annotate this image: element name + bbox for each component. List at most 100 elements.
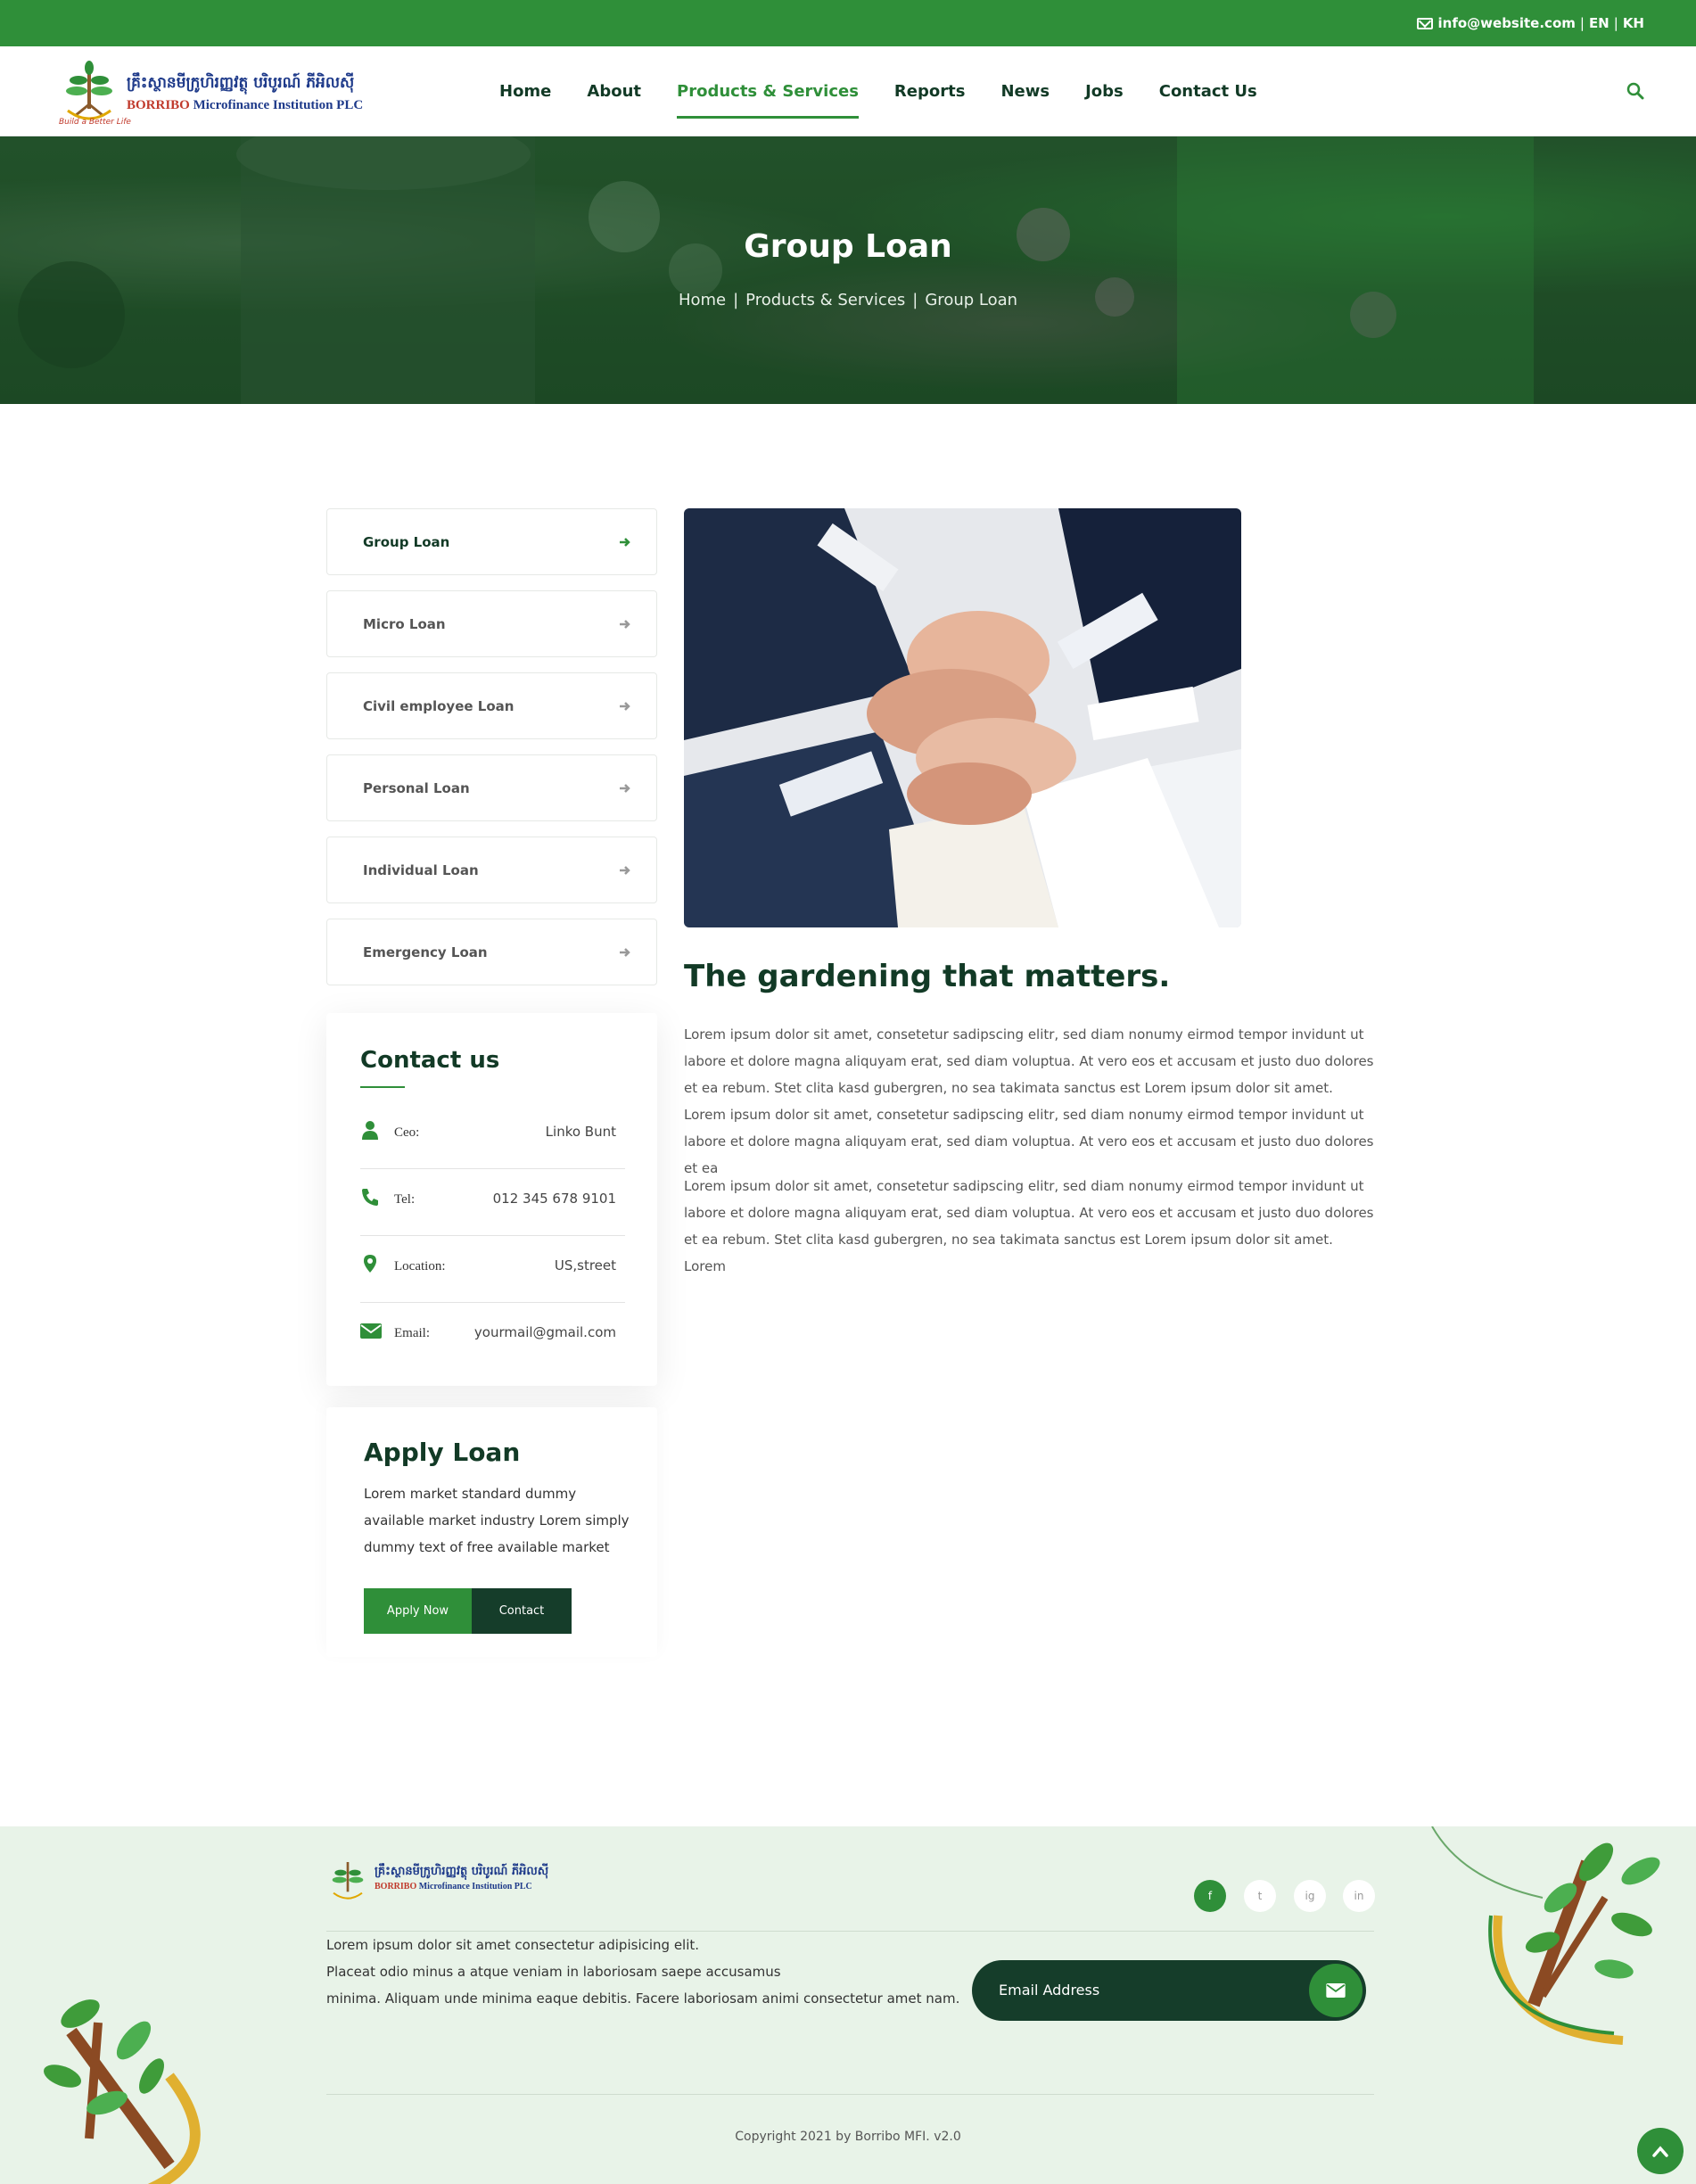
language-kh-link[interactable]: KH	[1623, 15, 1644, 31]
site-header: គ្រឹះស្ថានមីក្រូហិរញ្ញវត្ថុ បរិបូរណ៍ ភីអ…	[0, 46, 1696, 136]
top-bar-contact: info@website.com | EN | KH	[1416, 0, 1644, 46]
apply-loan-title: Apply Loan	[364, 1438, 521, 1467]
arrow-right-icon	[620, 702, 630, 711]
content-heading: The gardening that matters.	[684, 959, 1171, 994]
main-nav: Home About Products & Services Reports N…	[499, 46, 1257, 136]
contact-label: Email:	[394, 1326, 430, 1340]
page-hero: Group Loan Home | Products & Services | Grou…	[0, 136, 1696, 404]
logo-brand-suffix: Microfinance Institution PLC	[418, 1882, 532, 1891]
user-icon	[362, 1121, 378, 1140]
nav-products-services[interactable]: Products & Services	[677, 46, 859, 136]
copyright-text: Copyright 2021 by Borribo MFI. v2.0	[735, 2130, 961, 2144]
contact-value[interactable]: 012 345 678 9101	[493, 1191, 616, 1207]
newsletter-submit-button[interactable]	[1309, 1964, 1363, 2017]
logo-brand-suffix: Microfinance Institution PLC	[193, 98, 364, 112]
title-underline	[360, 1086, 405, 1088]
contact-label: Tel:	[394, 1192, 416, 1207]
footer-tree-decoration-right	[1431, 1826, 1660, 2045]
footer-divider	[326, 2094, 1374, 2095]
sidebar-item-emergency-loan[interactable]: Emergency Loan	[326, 919, 657, 985]
content-paragraph: Lorem ipsum dolor sit amet, consetetur s…	[684, 1178, 1374, 1274]
breadcrumb-separator: |	[912, 291, 918, 309]
contact-value: Linko Bunt	[545, 1124, 616, 1140]
logo-brand-name: BORRIBO	[375, 1882, 417, 1891]
breadcrumb-separator: |	[733, 291, 739, 309]
footer-logo[interactable]: គ្រឹះស្ថានមីក្រូហិរញ្ញវត្ថុ បរិបូរណ៍ ភីអ…	[326, 1853, 558, 1910]
envelope-icon	[1326, 1983, 1346, 1998]
nav-contact-us[interactable]: Contact Us	[1159, 46, 1257, 136]
tree-logo-icon	[332, 1862, 364, 1900]
logo-english-text: BORRIBO Microfinance Institution PLC	[127, 98, 363, 113]
arrow-right-icon	[620, 784, 630, 793]
apply-now-button[interactable]: Apply Now	[364, 1588, 472, 1634]
separator: |	[1579, 15, 1585, 31]
sidebar-item-personal-loan[interactable]: Personal Loan	[326, 754, 657, 821]
contact-value: US,street	[554, 1257, 616, 1273]
arrow-right-icon	[620, 538, 630, 547]
sidebar-item-label: Individual Loan	[363, 861, 479, 878]
hero-overlay	[0, 136, 1696, 404]
envelope-icon	[360, 1323, 382, 1339]
nav-jobs[interactable]: Jobs	[1085, 46, 1124, 136]
envelope-icon	[1416, 17, 1433, 29]
sidebar-item-individual-loan[interactable]: Individual Loan	[326, 837, 657, 903]
contact-row-location: Location: US,street	[360, 1236, 625, 1303]
sidebar-item-label: Civil employee Loan	[363, 697, 515, 714]
footer-description: Lorem ipsum dolor sit amet consectetur a…	[326, 1932, 968, 2012]
sidebar-item-label: Personal Loan	[363, 779, 470, 796]
contact-button[interactable]: Contact	[472, 1588, 572, 1634]
nav-about[interactable]: About	[587, 46, 641, 136]
phone-icon	[362, 1189, 378, 1206]
facebook-icon[interactable]: f	[1194, 1880, 1226, 1912]
breadcrumb: Home | Products & Services | Group Loan	[0, 291, 1696, 309]
top-bar-email-link[interactable]: info@website.com	[1438, 15, 1576, 31]
sidebar-item-label: Emergency Loan	[363, 944, 488, 960]
contact-value[interactable]: yourmail@gmail.com	[474, 1324, 616, 1340]
sidebar-item-label: Group Loan	[363, 533, 450, 550]
contact-card-title: Contact us	[360, 1047, 500, 1074]
search-icon[interactable]	[1626, 82, 1644, 100]
team-hands-illustration	[684, 508, 1241, 927]
newsletter-form: Email Address	[972, 1960, 1366, 2021]
contact-row-ceo: Ceo: Linko Bunt	[360, 1102, 625, 1169]
logo-tagline: Build a Better Life	[59, 118, 131, 127]
breadcrumb-products-services[interactable]: Products & Services	[745, 291, 905, 309]
logo-khmer-text: គ្រឹះស្ថានមីក្រូហិរញ្ញវត្ថុ បរិបូរណ៍ ភីអ…	[375, 1865, 549, 1878]
site-footer: គ្រឹះស្ថានមីក្រូហិរញ្ញវត្ថុ បរិបូរណ៍ ភីអ…	[0, 1826, 1696, 2184]
sidebar-item-micro-loan[interactable]: Micro Loan	[326, 590, 657, 657]
footer-description-line: minima. Aliquam unde minima eaque debiti…	[326, 1990, 960, 2007]
sidebar-item-civil-employee-loan[interactable]: Civil employee Loan	[326, 672, 657, 739]
instagram-icon[interactable]: ig	[1294, 1880, 1326, 1912]
apply-loan-card: Apply Loan Lorem market standard dummy a…	[326, 1407, 657, 1657]
chevron-up-icon	[1652, 2146, 1668, 2157]
arrow-right-icon	[620, 948, 630, 957]
logo-khmer-text: គ្រឹះស្ថានមីក្រូហិរញ្ញវត្ថុ បរិបូរណ៍ ភីអ…	[127, 74, 355, 92]
nav-news[interactable]: News	[1000, 46, 1050, 136]
twitter-icon[interactable]: t	[1244, 1880, 1276, 1912]
nav-home[interactable]: Home	[499, 46, 551, 136]
map-marker-icon	[364, 1255, 376, 1273]
breadcrumb-current: Group Loan	[925, 291, 1018, 309]
apply-loan-description: Lorem market standard dummy available ma…	[364, 1486, 630, 1555]
separator: |	[1613, 15, 1618, 31]
footer-tree-decoration-left	[43, 1999, 201, 2184]
linkedin-icon[interactable]: in	[1343, 1880, 1375, 1912]
site-logo[interactable]: គ្រឹះស្ថានមីក្រូហិរញ្ញវត្ថុ បរិបូរណ៍ ភីអ…	[57, 55, 378, 132]
sidebar-item-group-loan[interactable]: Group Loan	[326, 508, 657, 575]
newsletter-email-input[interactable]: Email Address	[999, 1982, 1099, 1999]
arrow-right-icon	[620, 620, 630, 629]
contact-card: Contact us Ceo: Linko Bunt Tel: 012 345 …	[326, 1013, 657, 1386]
language-en-link[interactable]: EN	[1589, 15, 1610, 31]
arrow-right-icon	[620, 866, 630, 875]
contact-row-tel: Tel: 012 345 678 9101	[360, 1169, 625, 1236]
content-paragraph: Lorem ipsum dolor sit amet, consetetur s…	[684, 1026, 1374, 1176]
contact-label: Location:	[394, 1259, 446, 1273]
breadcrumb-home[interactable]: Home	[679, 291, 726, 309]
contact-row-email: Email: yourmail@gmail.com	[360, 1303, 625, 1370]
sidebar-item-label: Micro Loan	[363, 615, 446, 632]
top-bar: info@website.com | EN | KH	[0, 0, 1696, 46]
nav-reports[interactable]: Reports	[894, 46, 966, 136]
back-to-top-button[interactable]	[1637, 2128, 1684, 2174]
contact-label: Ceo:	[394, 1125, 420, 1140]
logo-brand-name: BORRIBO	[127, 98, 190, 112]
